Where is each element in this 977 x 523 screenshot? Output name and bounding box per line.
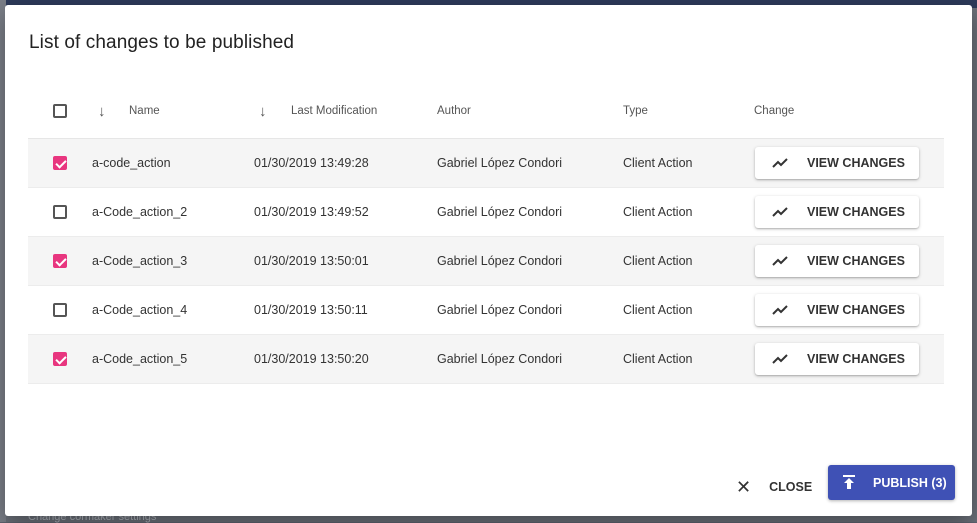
column-header-name[interactable]: Name — [129, 105, 160, 117]
row-name: a-Code_action_4 — [92, 303, 188, 317]
row-type: Client Action — [623, 156, 693, 170]
trending-icon — [772, 305, 788, 315]
view-changes-label: VIEW CHANGES — [807, 254, 905, 268]
table-row[interactable]: a-Code_action_4 01/30/2019 13:50:11 Gabrie… — [28, 286, 944, 335]
arrow-down-icon[interactable]: ↓ — [259, 103, 267, 120]
table-row[interactable]: a-Code_action_5 01/30/2019 13:50:20 Gabrie… — [28, 335, 944, 384]
column-header-author: Author — [437, 105, 471, 117]
changes-table: ↓ Name ↓ Last Modification Author Type C… — [28, 84, 944, 384]
close-button-label: CLOSE — [769, 480, 813, 494]
publish-button-label: PUBLISH (3) — [873, 476, 947, 490]
trending-icon — [772, 158, 788, 168]
row-checkbox[interactable] — [53, 303, 67, 317]
row-checkbox[interactable] — [53, 205, 67, 219]
view-changes-button[interactable]: VIEW CHANGES — [755, 196, 919, 228]
view-changes-label: VIEW CHANGES — [807, 205, 905, 219]
view-changes-button[interactable]: VIEW CHANGES — [755, 294, 919, 326]
view-changes-label: VIEW CHANGES — [807, 303, 905, 317]
row-author: Gabriel López Condori — [437, 254, 563, 268]
dialog-title: List of changes to be published — [29, 32, 295, 53]
publish-icon — [843, 475, 855, 489]
row-checkbox[interactable] — [53, 254, 67, 268]
close-icon: ✕ — [736, 476, 752, 497]
row-type: Client Action — [623, 205, 693, 219]
view-changes-label: VIEW CHANGES — [807, 156, 905, 170]
row-name: a-code_action — [92, 156, 171, 170]
publish-dialog: List of changes to be published ↓ Name ↓… — [5, 5, 972, 516]
row-author: Gabriel López Condori — [437, 205, 563, 219]
table-row[interactable]: a-Code_action_2 01/30/2019 13:49:52 Gabrie… — [28, 188, 944, 237]
row-type: Client Action — [623, 352, 693, 366]
row-last-modification: 01/30/2019 13:50:01 — [254, 254, 369, 268]
trending-icon — [772, 354, 788, 364]
view-changes-button[interactable]: VIEW CHANGES — [755, 147, 919, 179]
column-header-change: Change — [754, 105, 795, 117]
row-name: a-Code_action_2 — [92, 205, 188, 219]
view-changes-label: VIEW CHANGES — [807, 352, 905, 366]
row-last-modification: 01/30/2019 13:49:28 — [254, 156, 369, 170]
row-type: Client Action — [623, 303, 693, 317]
row-last-modification: 01/30/2019 13:50:20 — [254, 352, 369, 366]
trending-icon — [772, 256, 788, 266]
row-name: a-Code_action_5 — [92, 352, 188, 366]
publish-button[interactable]: PUBLISH (3) — [828, 465, 955, 500]
close-button[interactable]: ✕ CLOSE — [736, 472, 812, 502]
row-author: Gabriel López Condori — [437, 303, 563, 317]
row-author: Gabriel López Condori — [437, 352, 563, 366]
table-header: ↓ Name ↓ Last Modification Author Type C… — [28, 84, 944, 139]
row-checkbox[interactable] — [53, 156, 67, 170]
row-type: Client Action — [623, 254, 693, 268]
view-changes-button[interactable]: VIEW CHANGES — [755, 245, 919, 277]
trending-icon — [772, 207, 788, 217]
select-all-checkbox[interactable] — [53, 104, 67, 118]
row-checkbox[interactable] — [53, 352, 67, 366]
row-author: Gabriel López Condori — [437, 156, 563, 170]
table-row[interactable]: a-code_action 01/30/2019 13:49:28 Gabriel … — [28, 139, 944, 188]
view-changes-button[interactable]: VIEW CHANGES — [755, 343, 919, 375]
table-row[interactable]: a-Code_action_3 01/30/2019 13:50:01 Gabrie… — [28, 237, 944, 286]
row-name: a-Code_action_3 — [92, 254, 188, 268]
row-last-modification: 01/30/2019 13:50:11 — [254, 303, 368, 317]
arrow-down-icon[interactable]: ↓ — [98, 103, 106, 120]
column-header-last-modification[interactable]: Last Modification — [291, 105, 377, 117]
column-header-type: Type — [623, 105, 648, 117]
row-last-modification: 01/30/2019 13:49:52 — [254, 205, 369, 219]
